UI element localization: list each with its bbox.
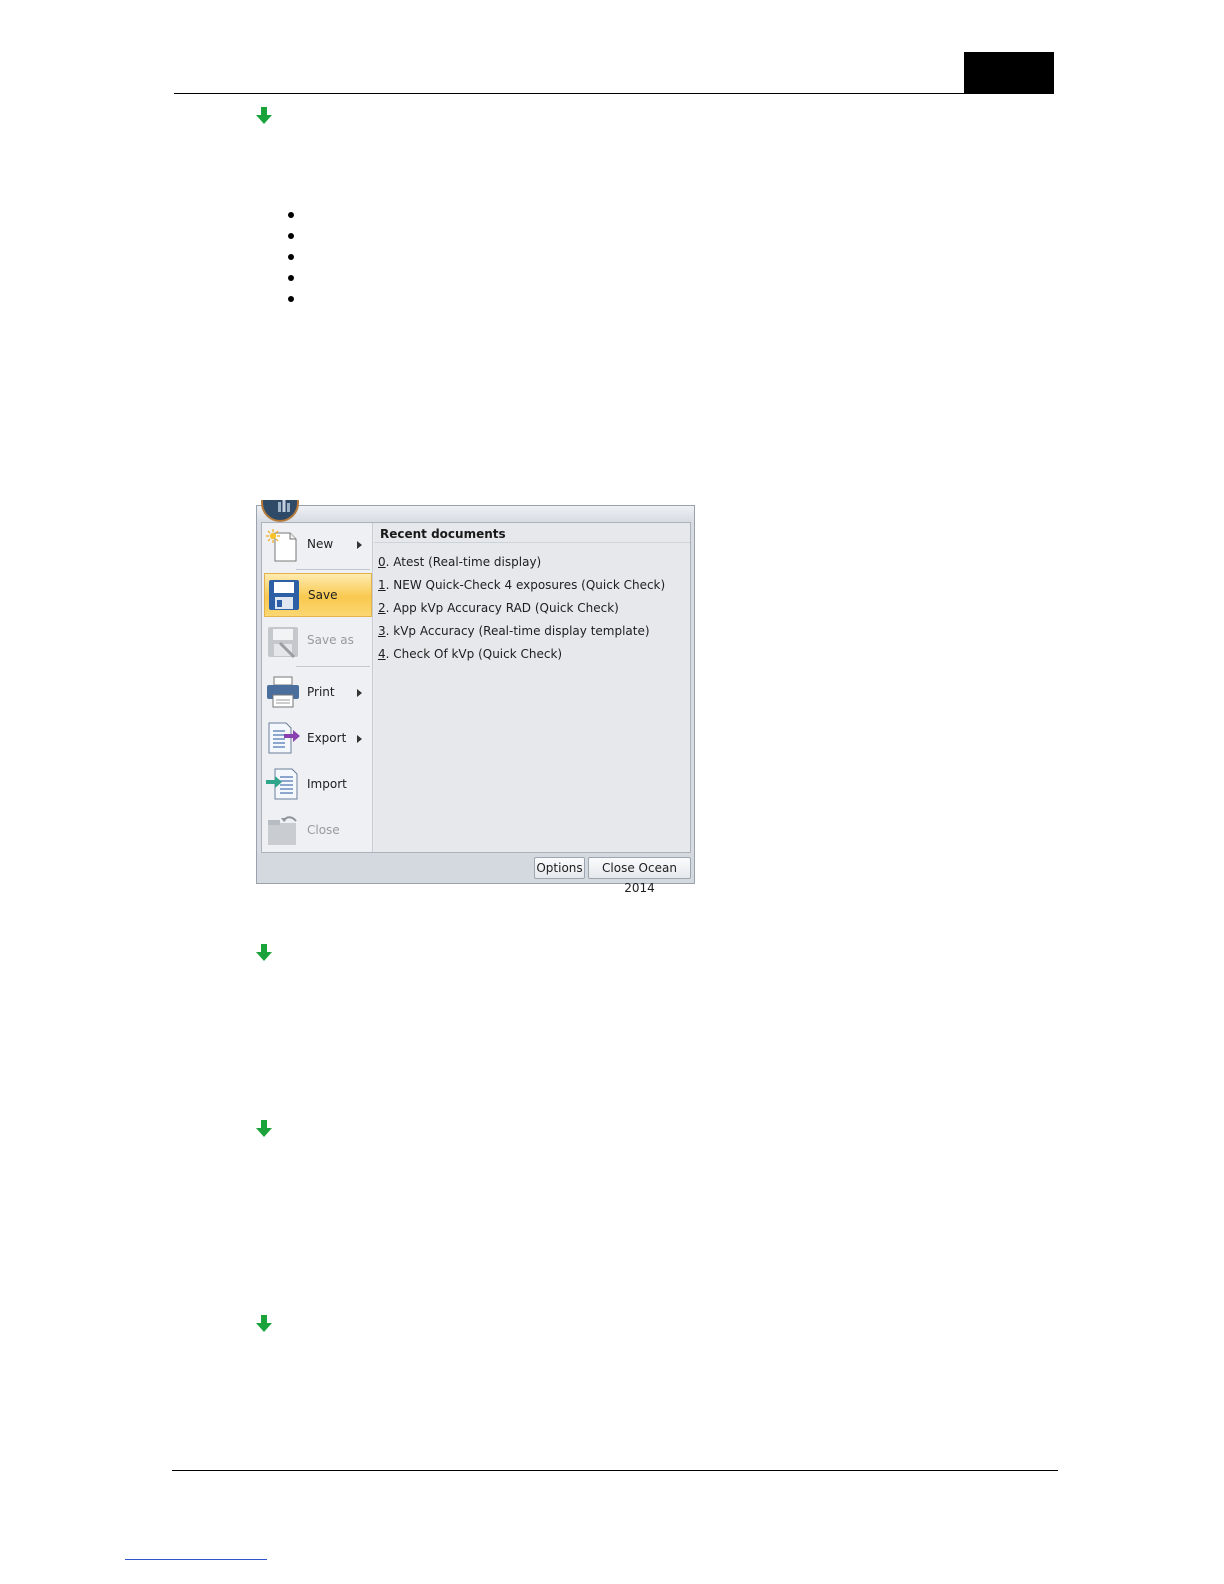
footer-link-underline[interactable] xyxy=(125,1559,267,1560)
recent-documents-pane: Recent documents 0. Atest (Real-time dis… xyxy=(374,523,690,852)
recent-document-item[interactable]: 2. App kVp Accuracy RAD (Quick Check) xyxy=(378,601,619,615)
recent-document-number: 1 xyxy=(378,578,386,592)
menu-item-label: Save xyxy=(308,588,338,602)
menu-item-import[interactable]: Import xyxy=(262,761,372,805)
recent-document-name: . Check Of kVp (Quick Check) xyxy=(385,647,563,661)
recent-document-name: . kVp Accuracy (Real-time display templa… xyxy=(385,624,650,638)
menu-footer: Options Close Ocean 2014 xyxy=(257,853,694,895)
submenu-arrow-icon xyxy=(357,735,362,743)
recent-document-name: . App kVp Accuracy RAD (Quick Check) xyxy=(385,601,619,615)
recent-document-number: 4 xyxy=(378,647,386,661)
page-number-box xyxy=(964,52,1054,93)
recent-documents-separator xyxy=(374,542,690,543)
bullet xyxy=(288,212,294,218)
import-icon xyxy=(266,768,298,800)
recent-documents-title: Recent documents xyxy=(380,527,506,541)
export-icon xyxy=(268,722,300,754)
menu-separator xyxy=(296,569,370,570)
bullet xyxy=(288,254,294,260)
recent-document-item[interactable]: 4. Check Of kVp (Quick Check) xyxy=(378,647,562,661)
recent-document-number: 2 xyxy=(378,601,386,615)
submenu-arrow-icon xyxy=(357,541,362,549)
menu-item-label: Import xyxy=(307,777,347,791)
recent-document-name: . NEW Quick-Check 4 exposures (Quick Che… xyxy=(385,578,666,592)
app-logo-icon xyxy=(278,500,290,512)
save-as-icon xyxy=(268,627,298,659)
footer-rule xyxy=(172,1470,1058,1471)
menu-separator xyxy=(296,666,370,667)
submenu-arrow-icon xyxy=(357,689,362,697)
options-button[interactable]: Options xyxy=(534,857,585,879)
menu-item-print[interactable]: Print xyxy=(262,669,372,713)
application-menu-screenshot: New Save Save as Print Export Import Clo… xyxy=(256,500,695,895)
save-icon xyxy=(269,580,299,610)
application-menu: New Save Save as Print Export Import Clo… xyxy=(261,522,691,853)
menu-item-export[interactable]: Export xyxy=(262,715,372,759)
recent-document-item[interactable]: 3. kVp Accuracy (Real-time display templ… xyxy=(378,624,650,638)
bullet xyxy=(288,296,294,302)
bullet xyxy=(288,233,294,239)
green-down-arrow-icon xyxy=(256,1315,272,1332)
new-document-icon xyxy=(266,529,297,562)
recent-document-item[interactable]: 1. NEW Quick-Check 4 exposures (Quick Ch… xyxy=(378,578,665,592)
menu-item-label: Print xyxy=(307,685,335,699)
recent-document-number: 0 xyxy=(378,555,386,569)
menu-item-save-as[interactable]: Save as xyxy=(262,619,372,663)
title-bar xyxy=(257,506,694,522)
recent-document-item[interactable]: 0. Atest (Real-time display) xyxy=(378,555,541,569)
close-application-button[interactable]: Close Ocean 2014 xyxy=(588,857,691,895)
menu-item-save[interactable]: Save xyxy=(264,573,372,617)
recent-document-number: 3 xyxy=(378,624,386,638)
menu-item-close[interactable]: Close xyxy=(262,807,372,851)
close-folder-icon xyxy=(268,816,297,845)
header-rule xyxy=(174,93,1054,94)
menu-commands: New Save Save as Print Export Import Clo… xyxy=(262,523,373,852)
menu-item-label: Close xyxy=(307,823,340,837)
green-down-arrow-icon xyxy=(256,1120,272,1137)
bullet xyxy=(288,275,294,281)
menu-item-label: Export xyxy=(307,731,347,745)
recent-document-name: . Atest (Real-time display) xyxy=(385,555,542,569)
menu-item-label: New xyxy=(307,537,334,551)
menu-item-label: Save as xyxy=(307,633,354,647)
green-down-arrow-icon xyxy=(256,107,272,124)
printer-icon xyxy=(267,676,299,708)
green-down-arrow-icon xyxy=(256,944,272,961)
menu-item-new[interactable]: New xyxy=(262,523,372,567)
